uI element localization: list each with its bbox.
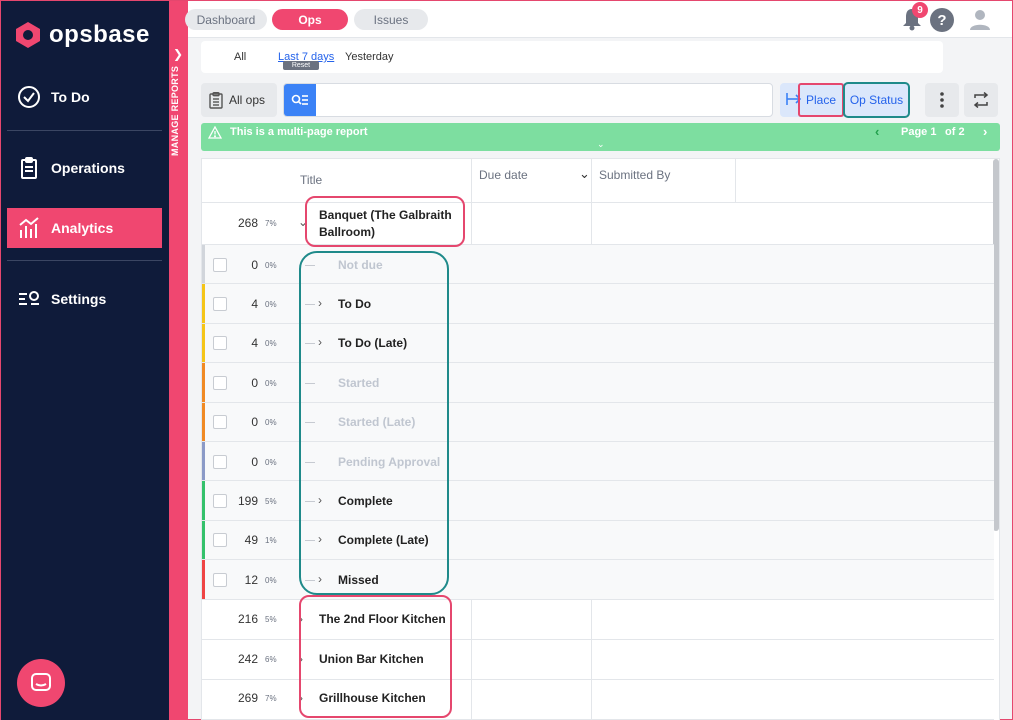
divider [7,130,162,131]
divider [7,260,162,261]
logo[interactable]: opsbase [15,21,150,49]
warning-icon [208,126,222,139]
row-percent: 7% [265,219,277,228]
sliders-icon [19,291,39,305]
chat-icon [31,673,51,691]
column-divider [591,680,592,720]
tab-dashboard[interactable]: Dashboard [185,9,267,30]
search-input[interactable] [320,88,760,112]
highlight-annotation [299,595,452,718]
row-percent: 0% [265,339,277,349]
notification-badge: 9 [912,2,928,18]
row-count: 4 [251,336,258,351]
check-circle-icon [18,86,40,108]
all-ops-label: All ops [229,93,266,107]
row-count: 0 [251,375,258,390]
row-count: 0 [251,454,258,469]
all-ops-button[interactable]: All ops [201,83,277,117]
chat-button[interactable] [17,659,65,707]
banner-text: This is a multi-page report [230,126,368,138]
chevron-down-icon[interactable]: ⌄ [579,166,590,182]
row-percent: 6% [265,655,277,664]
row-percent: 7% [265,694,277,703]
manage-reports-label: MANAGE REPORTS [170,65,180,156]
sidebar-item-settings[interactable]: Settings [7,279,162,319]
chevron-left-icon[interactable]: ‹ [875,124,879,139]
bar-chart-icon [19,217,39,238]
row-count: 0 [251,257,258,272]
column-divider [471,600,472,640]
swap-arrows-icon [973,92,989,108]
more-vertical-icon [940,92,944,108]
row-count: 242 [237,652,258,666]
chevron-down-icon[interactable]: ⌄ [597,139,605,150]
row-percent: 0% [265,378,277,388]
sidebar-item-operations[interactable]: Operations [7,148,162,188]
column-header-submitted-by[interactable]: Submitted By [599,168,670,182]
tab-issues[interactable]: Issues [354,9,428,30]
page-total: of 2 [945,126,965,138]
highlight-annotation [305,196,465,247]
column-header-title[interactable]: Title [300,173,322,187]
column-divider [735,159,736,203]
row-percent: 1% [265,536,277,546]
row-percent: 0% [265,457,277,467]
manage-reports-panel-toggle[interactable]: ❯ MANAGE REPORTS [169,1,188,720]
tab-ops[interactable]: Ops [272,9,348,30]
row-percent: 5% [265,615,277,624]
row-count: 216 [237,612,258,626]
row-count: 199 [237,494,258,509]
row-count: 12 [244,572,258,587]
sidebar: opsbase To Do Operations Analytics Setti… [1,1,169,720]
column-divider [471,640,472,680]
row-percent: 0% [265,575,277,585]
sidebar-item-todo[interactable]: To Do [7,77,162,117]
brand-name: opsbase [49,21,150,48]
date-filter-bar: All Last 7 days Reset Yesterday [201,41,943,73]
clipboard-icon [21,157,37,179]
sidebar-item-analytics[interactable]: Analytics [7,208,162,248]
column-divider [591,600,592,640]
row-count: 49 [244,533,258,548]
sidebar-item-label: To Do [51,89,90,105]
row-count: 268 [237,216,258,230]
row-count: 0 [251,415,258,430]
opsbase-logo-icon [16,22,40,48]
swap-button[interactable] [964,83,998,117]
highlight-annotation [299,251,449,595]
row-percent: 0% [265,300,277,310]
page-indicator: Page 1 [901,126,937,138]
chevron-right-icon: ❯ [173,47,184,61]
sidebar-item-label: Analytics [51,220,114,236]
reset-button[interactable]: Reset [283,61,319,70]
sidebar-item-label: Operations [51,160,125,176]
search-box [283,83,773,117]
column-divider [591,640,592,680]
search-list-icon [291,94,308,105]
column-header-due-date[interactable]: Due date [479,168,528,182]
help-icon[interactable]: ? [930,8,954,32]
date-option-yesterday[interactable]: Yesterday [345,51,394,63]
column-divider [471,680,472,720]
group-by-op-status-button[interactable]: Op Status [843,82,910,118]
user-avatar-icon[interactable] [968,7,992,31]
chevron-right-icon[interactable]: › [983,124,987,139]
multi-page-banner: This is a multi-page report ‹ Page 1 of … [201,123,1000,151]
row-percent: 0% [265,260,277,270]
row-percent: 5% [265,497,277,507]
search-button[interactable] [284,84,316,116]
row-count: 4 [251,297,258,312]
row-percent: 0% [265,418,277,428]
sidebar-item-label: Settings [51,291,107,307]
group-by-place-button[interactable]: Place [798,83,844,117]
more-options-button[interactable] [925,83,959,117]
top-bar: Dashboard Ops Issues 9 ? [185,1,1012,38]
clipboard-list-icon [209,91,223,109]
date-option-all[interactable]: All [234,51,246,63]
row-count: 269 [237,691,258,705]
report-table: Title Due date ⌄ Submitted By 268 7% ⌄ B… [201,158,1000,720]
